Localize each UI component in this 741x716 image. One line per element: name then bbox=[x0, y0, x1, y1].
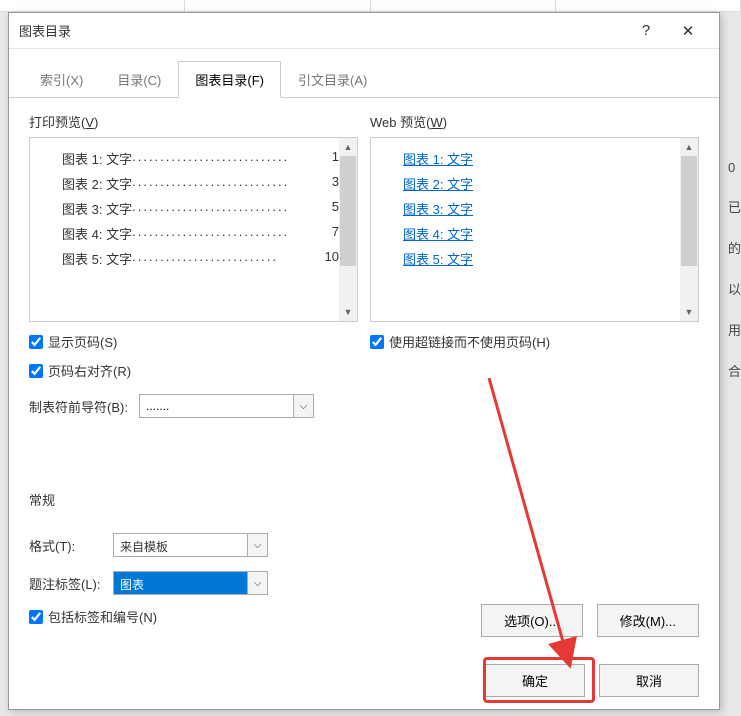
web-preview-link[interactable]: 图表 3: 文字 bbox=[403, 196, 680, 221]
caption-label: 题注标签(L): bbox=[29, 574, 103, 593]
format-combo[interactable]: 来自模板 ⌵ bbox=[113, 533, 268, 557]
obscured-background-text: 0 已 的 以 用 合 bbox=[728, 160, 741, 380]
tab-index[interactable]: 索引(X) bbox=[23, 61, 100, 98]
scroll-thumb[interactable] bbox=[681, 156, 697, 266]
print-preview-item: 图表 4: 文字............................7 bbox=[62, 221, 339, 246]
leader-input[interactable] bbox=[139, 394, 294, 418]
chevron-down-icon[interactable]: ⌵ bbox=[294, 394, 314, 418]
chevron-down-icon[interactable]: ⌵ bbox=[248, 571, 268, 595]
right-align-label: 页码右对齐(R) bbox=[48, 361, 131, 380]
dialog-title: 图表目录 bbox=[19, 21, 625, 40]
leader-label: 制表符前导符(B): bbox=[29, 397, 129, 416]
web-preview-link[interactable]: 图表 1: 文字 bbox=[403, 146, 680, 171]
hyperlinks-checkbox[interactable] bbox=[370, 335, 384, 349]
web-preview-label: Web 预览(W) bbox=[370, 112, 699, 131]
print-preview-box: 图表 1: 文字............................1 图表… bbox=[29, 137, 358, 322]
modify-button[interactable]: 修改(M)... bbox=[597, 604, 699, 637]
tab-citations[interactable]: 引文目录(A) bbox=[281, 61, 384, 98]
web-preview-link[interactable]: 图表 4: 文字 bbox=[403, 221, 680, 246]
scroll-down-icon[interactable]: ▼ bbox=[339, 303, 357, 321]
web-scrollbar[interactable]: ▲ ▼ bbox=[680, 138, 698, 321]
show-page-label: 显示页码(S) bbox=[48, 332, 117, 351]
chevron-down-icon[interactable]: ⌵ bbox=[248, 533, 268, 557]
include-label-text: 包括标签和编号(N) bbox=[48, 607, 157, 626]
web-preview-link[interactable]: 图表 2: 文字 bbox=[403, 171, 680, 196]
print-preview-item: 图表 5: 文字..........................10 bbox=[62, 246, 339, 271]
caption-value: 图表 bbox=[113, 571, 248, 595]
scroll-down-icon[interactable]: ▼ bbox=[680, 303, 698, 321]
right-align-checkbox[interactable] bbox=[29, 364, 43, 378]
show-page-checkbox[interactable] bbox=[29, 335, 43, 349]
tab-figures[interactable]: 图表目录(F) bbox=[178, 61, 281, 98]
hyperlinks-label: 使用超链接而不使用页码(H) bbox=[389, 332, 550, 351]
include-label-checkbox[interactable] bbox=[29, 610, 43, 624]
cancel-button[interactable]: 取消 bbox=[599, 664, 699, 697]
format-value: 来自模板 bbox=[113, 533, 248, 557]
scroll-up-icon[interactable]: ▲ bbox=[680, 138, 698, 156]
web-preview-box: 图表 1: 文字 图表 2: 文字 图表 3: 文字 图表 4: 文字 图表 5… bbox=[370, 137, 699, 322]
print-preview-item: 图表 1: 文字............................1 bbox=[62, 146, 339, 171]
close-button[interactable]: ✕ bbox=[667, 13, 709, 49]
print-preview-item: 图表 2: 文字............................3 bbox=[62, 171, 339, 196]
options-button[interactable]: 选项(O)... bbox=[481, 604, 583, 637]
web-preview-link[interactable]: 图表 5: 文字 bbox=[403, 246, 680, 271]
caption-combo[interactable]: 图表 ⌵ bbox=[113, 571, 268, 595]
help-button[interactable]: ? bbox=[625, 13, 667, 49]
leader-combo[interactable]: ⌵ bbox=[139, 394, 314, 418]
figure-toc-dialog: 图表目录 ? ✕ 索引(X) 目录(C) 图表目录(F) 引文目录(A) 打印预… bbox=[8, 12, 720, 710]
tab-bar: 索引(X) 目录(C) 图表目录(F) 引文目录(A) bbox=[9, 61, 719, 98]
general-section-label: 常规 bbox=[29, 490, 699, 509]
format-label: 格式(T): bbox=[29, 536, 103, 555]
print-preview-label: 打印预览(V) bbox=[29, 112, 358, 131]
print-preview-item: 图表 3: 文字............................5 bbox=[62, 196, 339, 221]
print-scrollbar[interactable]: ▲ ▼ bbox=[339, 138, 357, 321]
tab-toc[interactable]: 目录(C) bbox=[100, 61, 178, 98]
scroll-up-icon[interactable]: ▲ bbox=[339, 138, 357, 156]
titlebar: 图表目录 ? ✕ bbox=[9, 13, 719, 49]
ok-button[interactable]: 确定 bbox=[485, 664, 585, 697]
scroll-thumb[interactable] bbox=[340, 156, 356, 266]
